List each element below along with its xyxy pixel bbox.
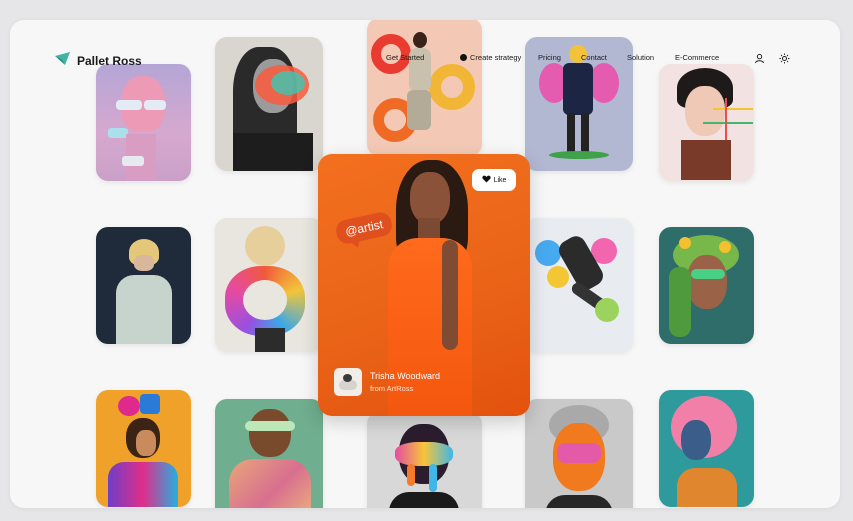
gallery-card-dancer-rings[interactable] xyxy=(367,20,482,156)
featured-model-arm xyxy=(442,240,458,350)
sun-icon[interactable] xyxy=(778,52,791,65)
gallery-card-orange-paint-face[interactable] xyxy=(525,399,633,508)
nav-link-get-started[interactable]: Get Started xyxy=(386,53,424,62)
nav-link-create-strategy[interactable]: Create strategy xyxy=(460,53,521,62)
gallery-card-colorful-bun[interactable] xyxy=(96,390,191,507)
featured-model-face xyxy=(410,172,450,224)
gallery-card-bw-neon[interactable] xyxy=(215,37,323,171)
artist-tag: @artist xyxy=(334,210,395,246)
author-info[interactable]: Trisha Woodward from ArtRoss xyxy=(334,368,440,396)
gallery-card-pink-helmet[interactable] xyxy=(659,390,754,507)
featured-model-neck xyxy=(418,218,440,240)
nav-link-pricing[interactable]: Pricing xyxy=(538,53,561,62)
app-frame: Pallet Ross Get Started Create strategy … xyxy=(10,20,840,508)
author-source: from ArtRoss xyxy=(370,384,414,393)
like-button[interactable]: Like xyxy=(472,169,516,191)
nav-link-solution[interactable]: Solution xyxy=(627,53,654,62)
author-name: Trisha Woodward xyxy=(370,371,441,381)
gallery-card-balloon-jumper[interactable] xyxy=(525,218,633,352)
avatar xyxy=(334,368,362,396)
like-label: Like xyxy=(493,176,507,184)
gallery-card-drip-face[interactable] xyxy=(367,412,482,508)
brand-name: Pallet Ross xyxy=(77,54,142,68)
gallery-card-pink-portrait[interactable] xyxy=(96,64,191,181)
featured-card[interactable]: Like @artist Trisha Woodward from ArtRos… xyxy=(318,154,530,416)
gallery-card-bob-lines[interactable] xyxy=(659,64,754,181)
gallery-card-flower-hair[interactable] xyxy=(659,227,754,344)
user-icon[interactable] xyxy=(753,52,766,65)
gallery-card-sunglasses[interactable] xyxy=(215,399,323,508)
chat-bubble-icon xyxy=(460,54,467,61)
paper-plane-icon xyxy=(54,51,71,71)
gallery-card-pretzel-sculpture[interactable] xyxy=(215,218,323,352)
heart-icon xyxy=(481,175,491,185)
gallery-card-blonde-suit[interactable] xyxy=(96,227,191,344)
nav-link-contact[interactable]: Contact xyxy=(581,53,607,62)
nav-link-create-strategy-label: Create strategy xyxy=(470,53,522,62)
nav-link-e-commerce[interactable]: E-Commerce xyxy=(675,53,719,62)
brand-logo[interactable]: Pallet Ross xyxy=(54,51,142,71)
